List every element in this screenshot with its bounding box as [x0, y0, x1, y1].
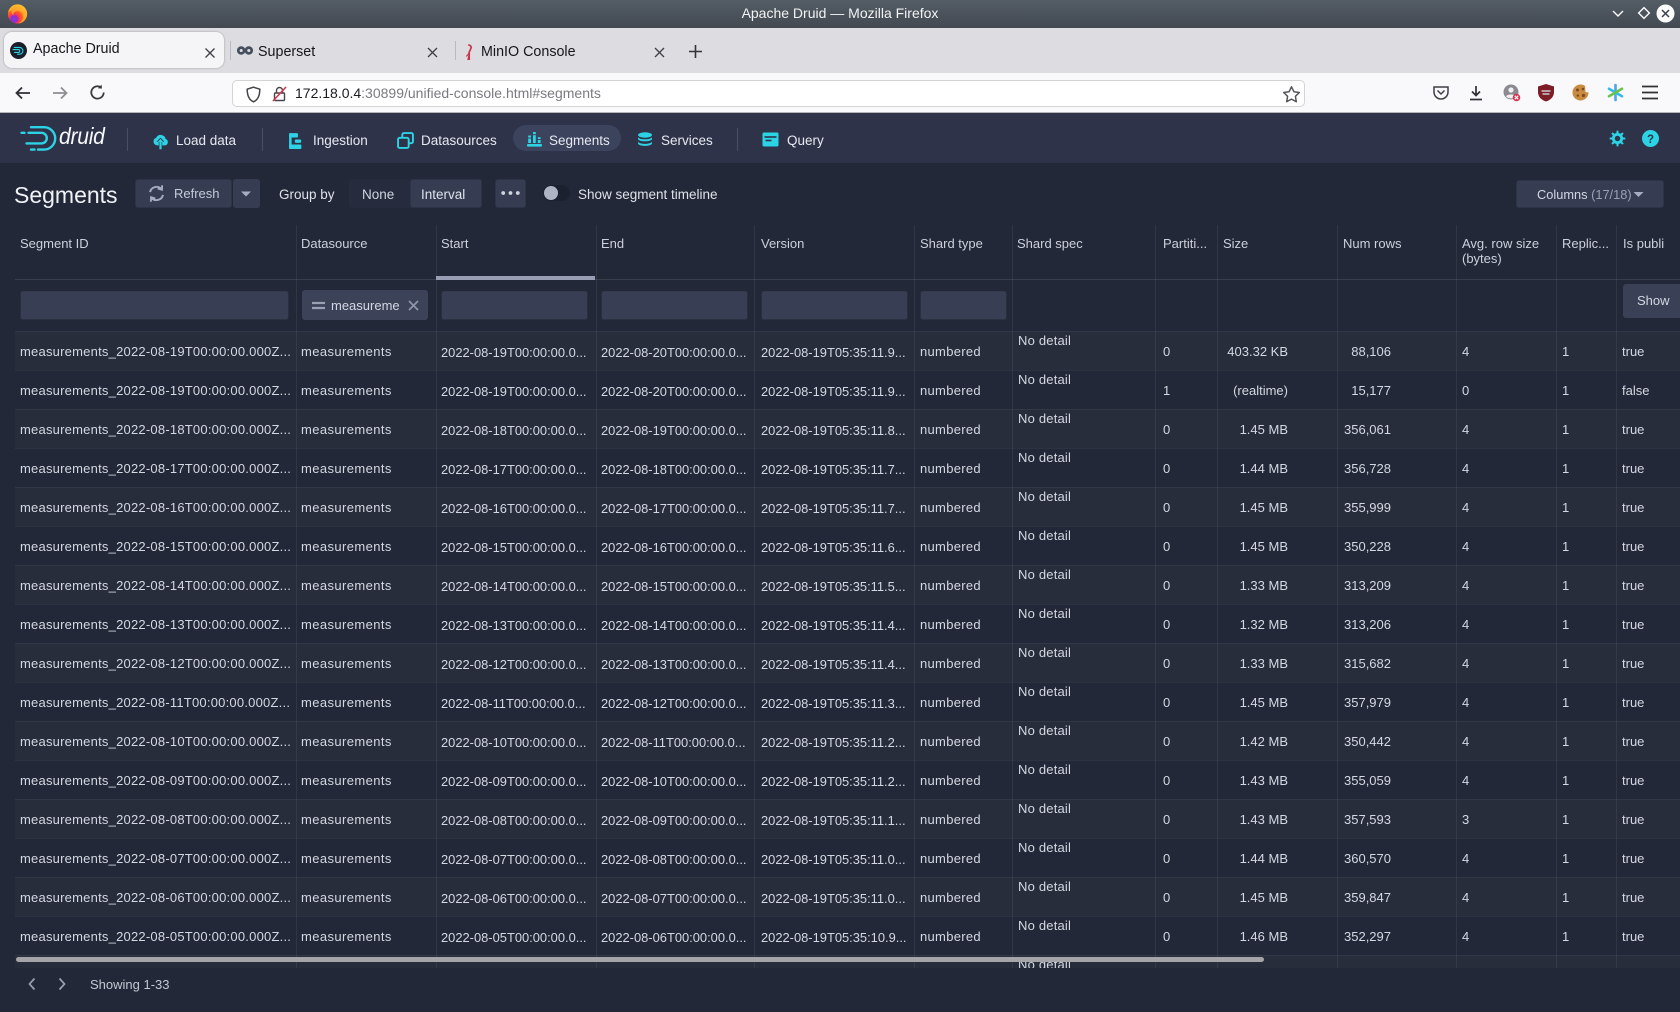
- svg-text:?: ?: [1647, 134, 1654, 146]
